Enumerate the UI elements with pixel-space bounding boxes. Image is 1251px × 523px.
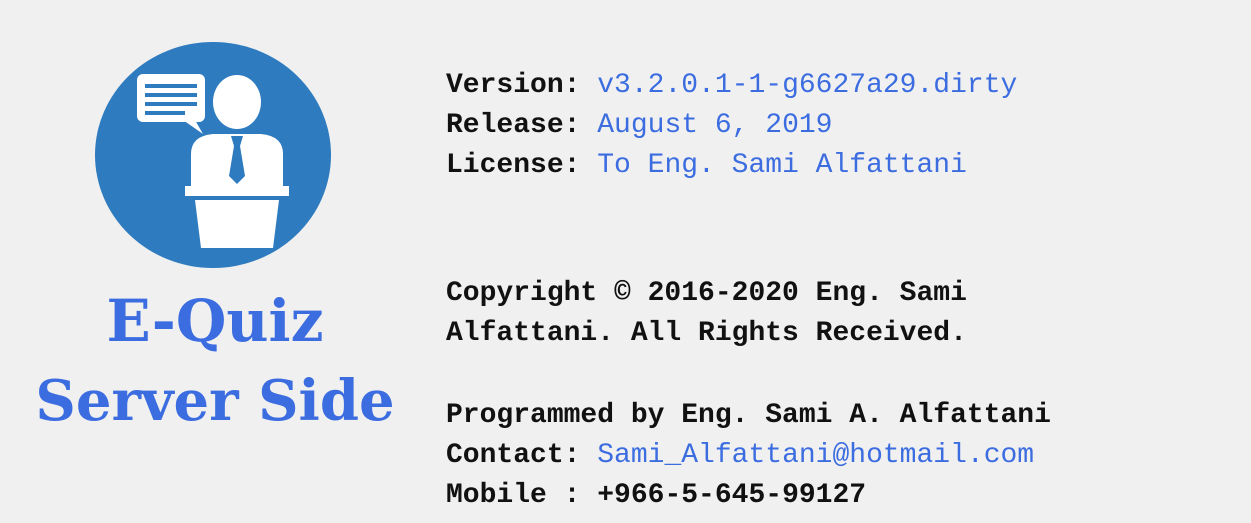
mobile-value: +966-5-645-99127 — [597, 480, 867, 511]
copyright-line1: Copyright © 2016-2020 Eng. Sami — [446, 278, 967, 309]
license-row: License: To Eng. Sami Alfattani — [446, 146, 1017, 186]
presenter-at-podium-icon — [95, 42, 331, 268]
license-label: License: — [446, 150, 581, 181]
contact-label: Contact: — [446, 440, 581, 471]
license-value: To Eng. Sami Alfattani — [597, 150, 967, 181]
contact-block: Programmed by Eng. Sami A. Alfattani Con… — [446, 396, 1051, 516]
version-value: v3.2.0.1-1-g6627a29.dirty — [597, 70, 1018, 101]
release-label: Release: — [446, 110, 581, 141]
presenter-head-shape — [213, 75, 261, 129]
app-title-line2: Server Side — [35, 368, 395, 434]
copyright-line2: Alfattani. All Rights Received. — [446, 318, 967, 349]
contact-row: Contact: Sami_Alfattani@hotmail.com — [446, 436, 1051, 476]
release-value: August 6, 2019 — [597, 110, 833, 141]
podium-top-shape — [185, 186, 289, 196]
mobile-row: Mobile : +966-5-645-99127 — [446, 476, 1051, 516]
version-label: Version: — [446, 70, 581, 101]
programmed-by-text: Programmed by Eng. Sami A. Alfattani — [446, 400, 1051, 431]
release-row: Release: August 6, 2019 — [446, 106, 1017, 146]
version-info-block: Version: v3.2.0.1-1-g6627a29.dirty Relea… — [446, 66, 1017, 186]
version-row: Version: v3.2.0.1-1-g6627a29.dirty — [446, 66, 1017, 106]
contact-email-link[interactable]: Sami_Alfattani@hotmail.com — [597, 440, 1034, 471]
app-title-line1: E-Quiz — [106, 287, 324, 355]
mobile-label: Mobile : — [446, 480, 581, 511]
copyright-block: Copyright © 2016-2020 Eng. Sami Alfattan… — [446, 274, 967, 354]
podium-base-shape — [195, 200, 279, 248]
